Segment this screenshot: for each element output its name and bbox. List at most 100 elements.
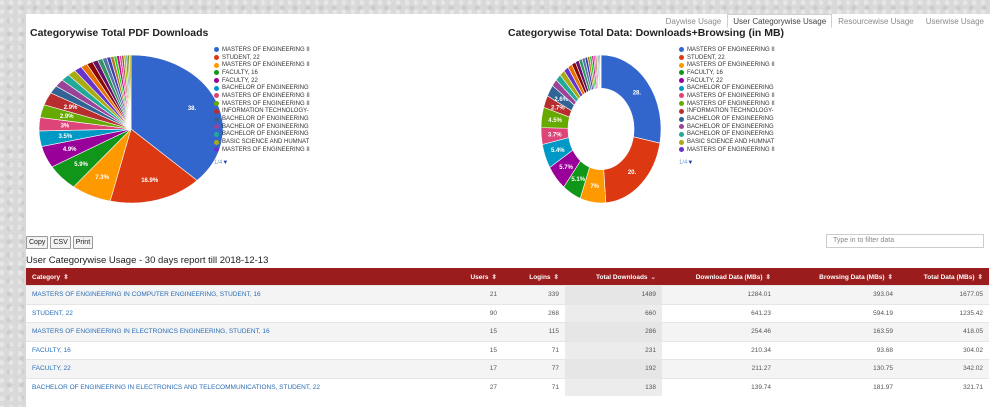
column-header-users[interactable]: Users ⬍ <box>453 268 503 286</box>
pdf-legend-pager[interactable]: 1/4▼ <box>214 160 310 166</box>
tab-resourcewise-usage[interactable]: Resourcewise Usage <box>832 14 920 28</box>
slice-label: 5.4% <box>551 148 565 154</box>
pie-slice[interactable] <box>600 54 662 144</box>
legend-item[interactable]: BACHELOR OF ENGINEERING <box>679 84 775 92</box>
column-header-browsing-data[interactable]: Browsing Data (MBs) ⬍ <box>777 268 899 286</box>
legend-item[interactable]: MASTERS OF ENGINEERING II <box>679 92 775 100</box>
export-buttons: Copy CSV Print <box>26 236 94 249</box>
column-header-download-data[interactable]: Download Data (MBs) ⬍ <box>662 268 777 286</box>
legend-item[interactable]: MASTERS OF ENGINEERING II <box>214 61 310 69</box>
category-link[interactable]: FACULTY, 22 <box>26 359 453 378</box>
legend-swatch <box>679 55 684 61</box>
legend-swatch <box>679 108 684 114</box>
browsing-data-cell: 93.68 <box>777 340 899 360</box>
legend-item[interactable]: STUDENT, 22 <box>214 54 310 62</box>
print-button[interactable]: Print <box>72 236 94 249</box>
slice-label: 2.9% <box>64 105 78 111</box>
column-header-total-data[interactable]: Total Data (MBs) ⬍ <box>899 268 989 286</box>
legend-item[interactable]: MASTERS OF ENGINEERING II <box>214 46 310 54</box>
csv-button[interactable]: CSV <box>50 236 71 249</box>
slice-label: 7.3% <box>95 175 109 181</box>
copy-button[interactable]: Copy <box>26 236 49 249</box>
category-link[interactable]: MASTERS OF ENGINEERING IN ELECTRONICS EN… <box>26 322 453 341</box>
tab-userwise-usage[interactable]: Userwise Usage <box>920 14 990 28</box>
filter-input[interactable]: Type in to filter data <box>826 234 984 248</box>
category-link[interactable]: BACHELOR OF ENGINEERING IN ELECTRONICS A… <box>26 377 453 396</box>
column-header-category[interactable]: Category ⬍ <box>26 268 453 286</box>
column-header-total-downloads[interactable]: Total Downloads ⌄ <box>565 268 662 286</box>
legend-label: BACHELOR OF ENGINEERING <box>222 131 309 138</box>
legend-item[interactable]: BASIC SCIENCE AND HUMNAT <box>214 138 310 146</box>
slice-label: 38. <box>188 106 197 112</box>
legend-swatch <box>679 131 684 137</box>
legend-item[interactable]: BACHELOR OF ENGINEERING <box>679 115 775 123</box>
legend-label: BACHELOR OF ENGINEERING <box>687 131 774 138</box>
pdf-downloads-legend: MASTERS OF ENGINEERING II STUDENT, 22 MAST… <box>214 46 310 166</box>
slice-label: 28. <box>633 91 642 97</box>
legend-swatch <box>214 147 219 153</box>
legend-item[interactable]: INFORMATION TECHNOLOGY- <box>679 108 775 116</box>
usage-tabs: Daywise Usage User Categorywise Usage Re… <box>659 14 990 28</box>
legend-item[interactable]: MASTERS OF ENGINEERING II <box>679 146 775 154</box>
category-link[interactable]: FACULTY, 16 <box>26 340 453 360</box>
data-legend-pager[interactable]: 1/4▼ <box>679 160 775 166</box>
slice-label: 4.9% <box>63 147 77 153</box>
legend-item[interactable]: MASTERS OF ENGINEERING II <box>214 92 310 100</box>
download-data-cell: 641.23 <box>662 303 777 323</box>
legend-item[interactable]: MASTERS OF ENGINEERING II <box>679 46 775 54</box>
legend-item[interactable]: FACULTY, 16 <box>214 69 310 77</box>
legend-swatch <box>214 62 219 68</box>
pdf-downloads-chart-title: Categorywise Total PDF Downloads <box>30 27 209 39</box>
total-data-chart-title: Categorywise Total Data: Downloads+Brows… <box>508 27 785 39</box>
legend-label: MASTERS OF ENGINEERING II <box>687 146 775 153</box>
legend-item[interactable]: MASTERS OF ENGINEERING II <box>214 100 310 108</box>
legend-item[interactable]: MASTERS OF ENGINEERING II <box>679 100 775 108</box>
legend-item[interactable]: BACHELOR OF ENGINEERING <box>679 131 775 139</box>
legend-item[interactable]: FACULTY, 22 <box>214 77 310 85</box>
tab-user-categorywise-usage[interactable]: User Categorywise Usage <box>727 14 833 28</box>
legend-swatch <box>214 139 219 145</box>
table-header-row: Category ⬍ Users ⬍ Logins ⬍ Total Downloads… <box>26 268 989 286</box>
legend-label: MASTERS OF ENGINEERING II <box>222 100 310 107</box>
legend-item[interactable]: INFORMATION TECHNOLOGY- <box>214 108 310 116</box>
legend-item[interactable]: STUDENT, 22 <box>679 54 775 62</box>
legend-item[interactable]: BACHELOR OF ENGINEERING <box>679 123 775 131</box>
legend-item[interactable]: BACHELOR OF ENGINEERING <box>214 123 310 131</box>
total-data-legend: MASTERS OF ENGINEERING II STUDENT, 22 MAST… <box>679 46 775 166</box>
legend-label: FACULTY, 16 <box>687 69 723 76</box>
table-row: FACULTY, 22 17 77 192 211.27 130.75 342.02 <box>26 359 989 378</box>
total-downloads-cell: 138 <box>565 377 662 396</box>
legend-next-icon[interactable]: ▼ <box>687 160 693 166</box>
legend-item[interactable]: BACHELOR OF ENGINEERING <box>214 115 310 123</box>
category-link[interactable]: MASTERS OF ENGINEERING IN COMPUTER ENGIN… <box>26 285 453 304</box>
legend-item[interactable]: BASIC SCIENCE AND HUMNAT <box>679 138 775 146</box>
category-link[interactable]: STUDENT, 22 <box>26 303 453 323</box>
total-downloads-cell: 231 <box>565 340 662 360</box>
users-cell: 90 <box>453 303 503 323</box>
legend-label: STUDENT, 22 <box>222 54 260 61</box>
slice-label: 5.1% <box>571 177 585 183</box>
legend-label: MASTERS OF ENGINEERING II <box>687 46 775 53</box>
slice-label: 5.9% <box>74 162 88 168</box>
legend-swatch <box>214 85 219 91</box>
total-data-cell: 1677.05 <box>899 285 989 304</box>
legend-item[interactable]: MASTERS OF ENGINEERING II <box>214 146 310 154</box>
legend-swatch <box>214 55 219 61</box>
total-data-cell: 321.71 <box>899 377 989 396</box>
download-data-cell: 139.74 <box>662 377 777 396</box>
download-data-cell: 210.34 <box>662 340 777 360</box>
browsing-data-cell: 130.75 <box>777 359 899 378</box>
tab-daywise-usage[interactable]: Daywise Usage <box>660 14 728 28</box>
legend-label: BASIC SCIENCE AND HUMNAT <box>222 139 310 146</box>
legend-next-icon[interactable]: ▼ <box>222 160 228 166</box>
column-header-logins[interactable]: Logins ⬍ <box>503 268 565 286</box>
legend-item[interactable]: MASTERS OF ENGINEERING II <box>679 61 775 69</box>
legend-swatch <box>679 116 684 122</box>
legend-swatch <box>679 124 684 130</box>
legend-item[interactable]: BACHELOR OF ENGINEERING <box>214 131 310 139</box>
legend-item[interactable]: BACHELOR OF ENGINEERING <box>214 84 310 92</box>
legend-item[interactable]: FACULTY, 22 <box>679 77 775 85</box>
slice-label: 3.7% <box>548 133 562 139</box>
legend-label: FACULTY, 16 <box>222 69 258 76</box>
legend-item[interactable]: FACULTY, 16 <box>679 69 775 77</box>
